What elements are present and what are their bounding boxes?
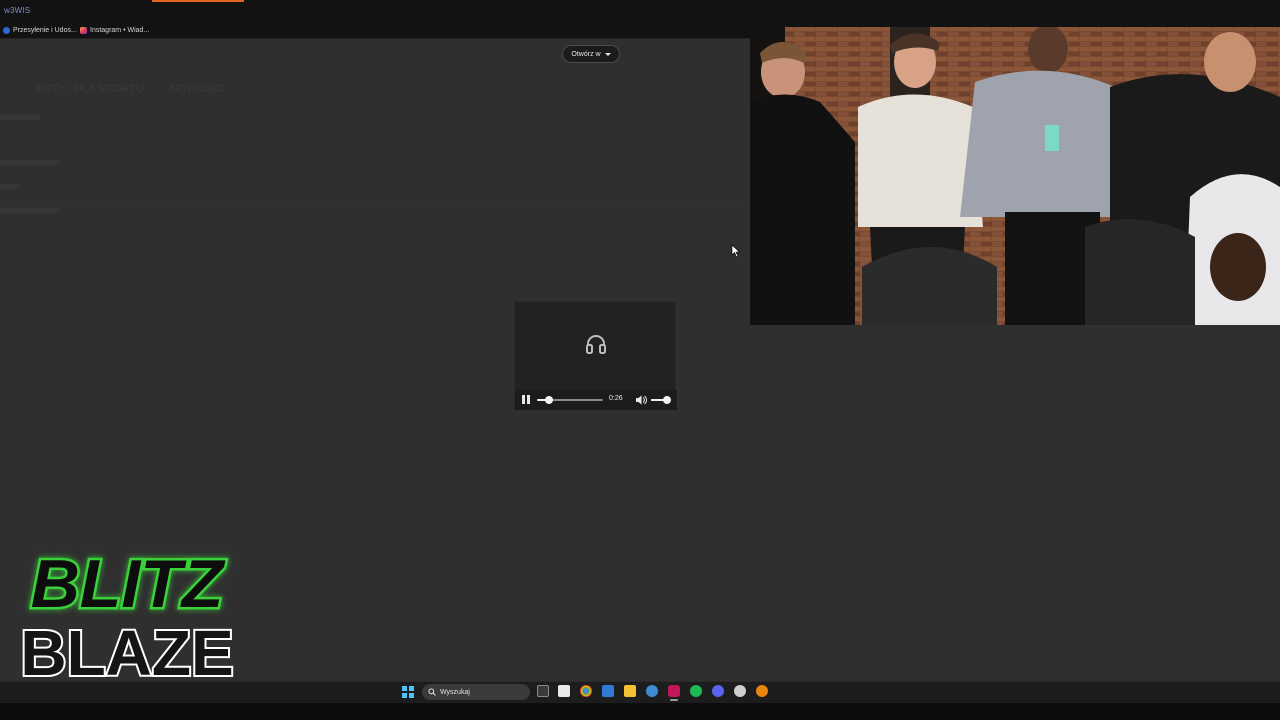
bookmark-label: Przesyłenie i Udos... — [13, 26, 77, 34]
nav-item: NOWOŚCI — [170, 83, 224, 95]
blitz-blaze-logo: BLITZ BLAZE — [18, 544, 235, 681]
volume-slider[interactable] — [651, 396, 671, 404]
faded-line — [0, 184, 20, 189]
browser-tabstrip: w3WIS — [0, 0, 1280, 20]
search-placeholder: Wyszukaj — [440, 688, 470, 696]
faded-line — [0, 208, 60, 213]
faded-line — [0, 115, 40, 120]
instagram-icon — [80, 26, 87, 34]
nav-item: BUTY I DLA SPORTU — [36, 83, 144, 95]
volume-thumb[interactable] — [663, 396, 671, 404]
facebook-icon — [3, 26, 10, 34]
spotify-icon[interactable] — [690, 685, 702, 697]
player-controls: 0:26 — [515, 390, 677, 410]
screen: w3WIS Przesyłenie i Udos... Instagram • … — [0, 0, 1280, 720]
taskbar-search-input[interactable]: Wyszukaj — [422, 684, 530, 700]
logo-line1: BLITZ — [31, 546, 226, 622]
audio-player: 0:26 — [514, 301, 677, 410]
faded-line — [0, 160, 60, 165]
instagram-app-icon[interactable] — [668, 685, 680, 697]
headphones-icon — [586, 335, 606, 354]
bookmark-label: Instagram • Wiad... — [90, 26, 150, 34]
seek-slider[interactable] — [537, 396, 603, 404]
volume-icon[interactable] — [635, 394, 647, 406]
url-text[interactable]: w3WIS — [4, 6, 30, 15]
seek-thumb[interactable] — [544, 396, 553, 404]
firefox-icon[interactable] — [756, 685, 768, 697]
app-icon[interactable] — [646, 685, 658, 697]
store-icon[interactable] — [558, 685, 570, 697]
vscode-icon[interactable] — [602, 685, 614, 697]
mouse-cursor-icon — [731, 244, 741, 258]
chrome-icon[interactable] — [580, 685, 592, 697]
current-time: 0:26 — [609, 395, 623, 402]
discord-icon[interactable] — [712, 685, 724, 697]
chevron-down-icon — [604, 52, 611, 56]
bottom-strip — [0, 703, 1280, 720]
bookmark-instagram[interactable]: Instagram • Wiad... — [80, 24, 149, 36]
active-app-indicator — [670, 699, 678, 701]
steam-icon[interactable] — [734, 685, 746, 697]
file-explorer-icon[interactable] — [624, 685, 636, 697]
divider — [0, 205, 750, 206]
open-in-button[interactable]: Otwórz w — [562, 45, 620, 63]
task-view-icon[interactable] — [537, 685, 549, 697]
logo-line2: BLAZE — [20, 617, 233, 680]
webcam-overlay — [750, 27, 1280, 325]
open-in-label: Otwórz w — [571, 50, 601, 58]
search-icon — [428, 688, 436, 696]
webcam-scene — [750, 27, 1280, 325]
bookmark-facebook[interactable]: Przesyłenie i Udos... — [3, 24, 77, 36]
windows-start-icon[interactable] — [402, 686, 414, 698]
pause-button[interactable] — [522, 395, 530, 404]
active-tab-indicator — [152, 0, 244, 2]
